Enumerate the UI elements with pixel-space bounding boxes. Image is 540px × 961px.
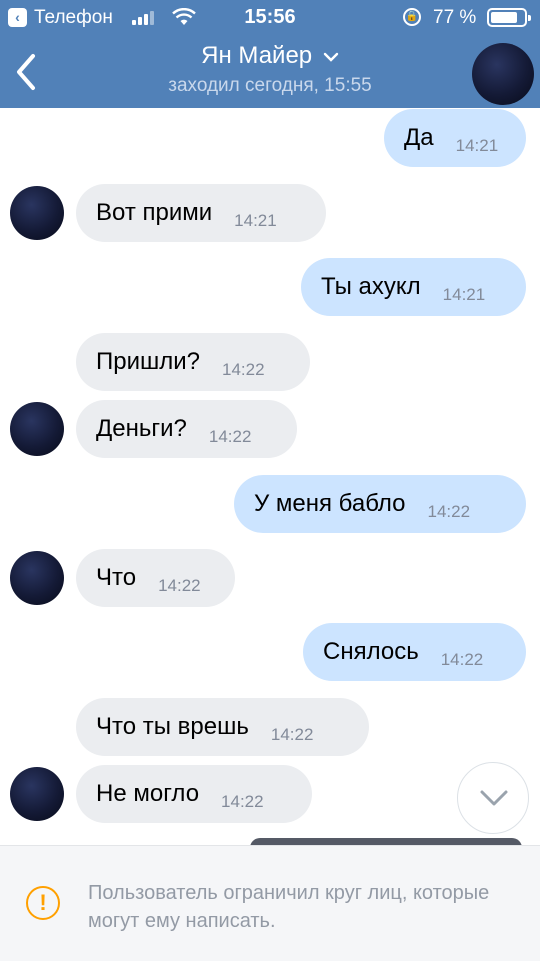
message-time: 14:21	[442, 285, 486, 304]
status-bar: ‹ Телефон 15:56 🔒 77 %	[0, 0, 540, 36]
warning-icon: !	[26, 886, 60, 920]
message-text: Что	[96, 564, 137, 591]
contact-avatar[interactable]	[472, 43, 534, 105]
incoming-message[interactable]: Что ты врешь 14:22	[76, 698, 369, 756]
contact-name: Ян Майер	[201, 42, 313, 69]
sender-avatar[interactable]	[10, 186, 64, 240]
outgoing-message[interactable]: Ты ахукл 14:21	[301, 258, 526, 316]
scroll-down-button[interactable]	[457, 762, 529, 834]
message-time: 14:22	[222, 360, 265, 379]
message-time: 14:22	[208, 427, 252, 446]
message-text: Ты ахукл	[321, 273, 421, 300]
battery-icon	[487, 8, 531, 27]
incoming-message[interactable]: Что 14:22	[76, 549, 235, 607]
message-time: 14:22	[427, 502, 471, 521]
message-text: У меня бабло	[254, 490, 406, 517]
message-text: Вот прими	[96, 199, 213, 226]
message-text: Что ты врешь	[96, 713, 249, 740]
message-time: 14:22	[440, 650, 484, 669]
chat-title[interactable]: Ян Майер	[0, 42, 540, 70]
message-time: 14:22	[221, 792, 264, 811]
outgoing-message[interactable]: Снялось 14:22	[303, 623, 526, 681]
message-time: 14:21	[234, 211, 277, 230]
chevron-down-icon	[323, 52, 339, 62]
message-text: Снялось	[323, 638, 419, 665]
message-time: 14:22	[270, 725, 314, 744]
message-list[interactable]: Да 14:21 Вот прими 14:21 Ты ахукл 14:21 Пришли…	[0, 108, 540, 844]
battery-percentage: 77 %	[433, 7, 477, 28]
chevron-down-icon	[480, 790, 508, 806]
incoming-message[interactable]: Вот прими 14:21	[76, 184, 326, 242]
incoming-message[interactable]: Деньги? 14:22	[76, 400, 297, 458]
incoming-message[interactable]: Пришли? 14:22	[76, 333, 310, 391]
restriction-notice: Пользователь ограничил круг лиц, которые…	[88, 882, 490, 932]
message-text: Не могло	[96, 780, 200, 807]
incoming-message[interactable]: Не могло 14:22	[76, 765, 312, 823]
sender-avatar[interactable]	[10, 551, 64, 605]
message-time: 14:21	[455, 136, 499, 155]
restriction-footer: ! Пользователь ограничил круг лиц, котор…	[0, 845, 540, 961]
chat-header: ‹ Телефон 15:56 🔒 77 % Ян Майер заходил …	[0, 0, 540, 108]
last-seen-status: заходил сегодня, 15:55	[168, 75, 372, 96]
sender-avatar[interactable]	[10, 767, 64, 821]
rotation-lock-icon: 🔒	[403, 8, 421, 26]
outgoing-message[interactable]: Да 14:21	[384, 109, 526, 167]
outgoing-message[interactable]: У меня бабло 14:22	[234, 475, 526, 533]
message-time: 14:22	[158, 576, 201, 595]
sender-avatar[interactable]	[10, 402, 64, 456]
message-text: Да	[404, 124, 434, 151]
message-text: Деньги?	[96, 415, 187, 442]
message-text: Пришли?	[96, 348, 201, 375]
